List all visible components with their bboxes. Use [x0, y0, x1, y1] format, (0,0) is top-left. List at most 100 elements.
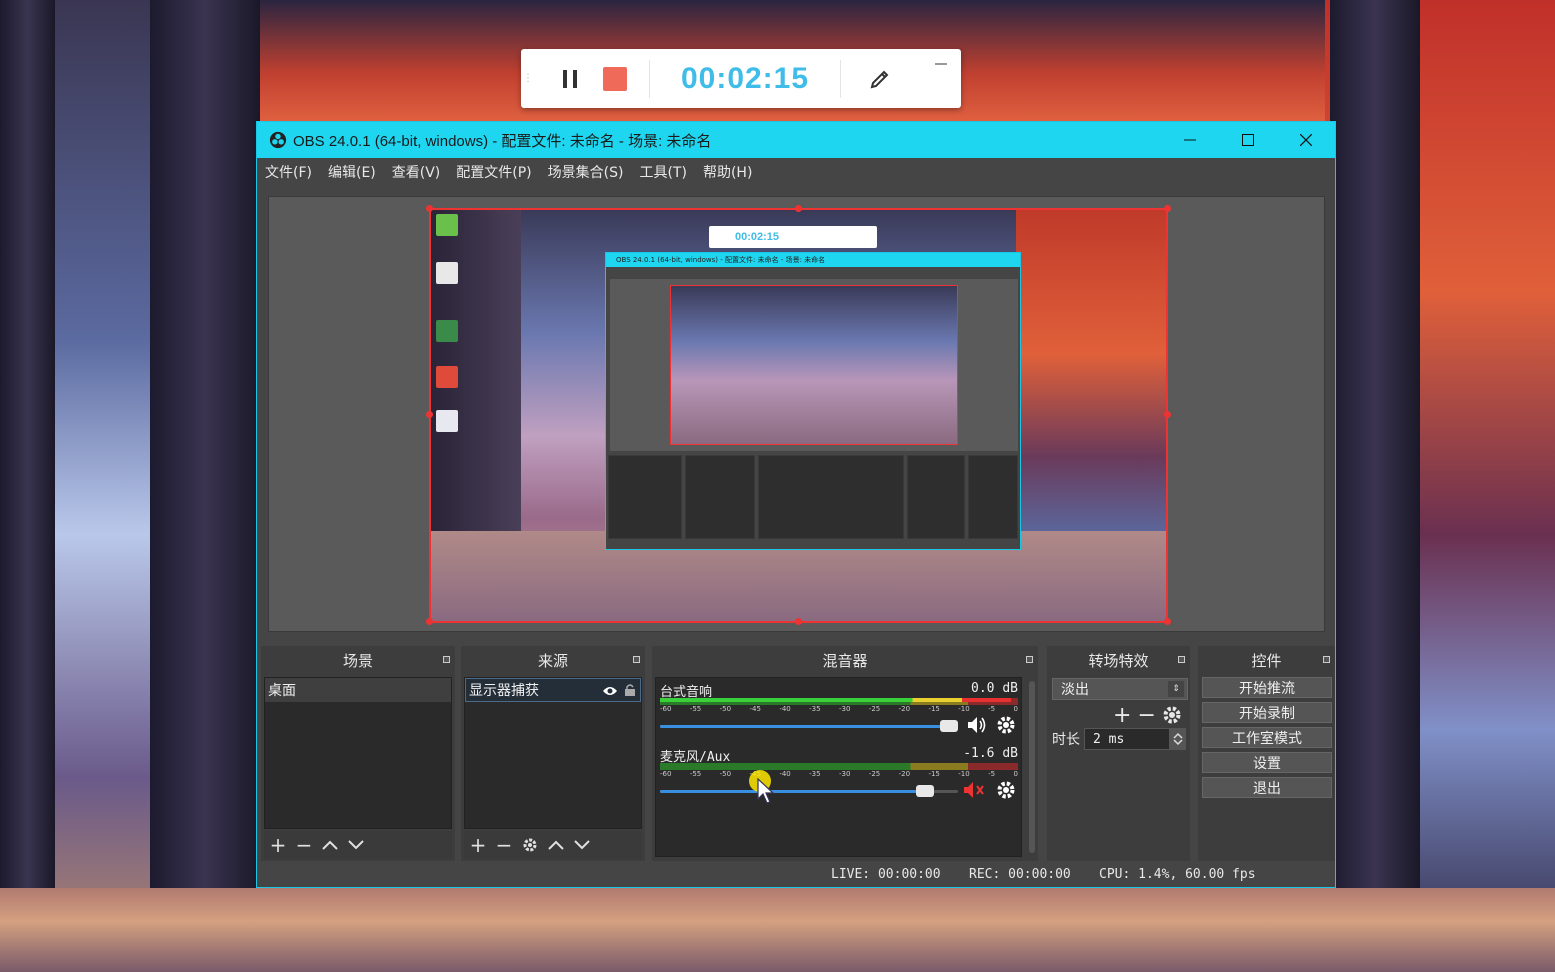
mixer-track-desktop-audio: 台式音响 0.0 dB -60 -55 -50 -45 -40 -35 -30 -25 -20-…: [660, 681, 1018, 741]
gear-icon: [523, 838, 537, 852]
pause-icon: [563, 69, 567, 88]
duration-input[interactable]: 2 ms: [1084, 728, 1170, 750]
settings-button[interactable]: 设置: [1202, 752, 1332, 773]
sources-toolbar: + −: [464, 831, 642, 859]
menu-help[interactable]: 帮助(H): [703, 162, 752, 182]
resize-handle[interactable]: [795, 618, 802, 625]
mixer-scrollbar[interactable]: [1029, 681, 1035, 853]
menu-profile[interactable]: 配置文件(P): [456, 162, 531, 182]
minimize-icon: [1184, 139, 1196, 141]
undock-icon[interactable]: [1323, 656, 1330, 663]
controls-dock-header[interactable]: 控件: [1198, 646, 1335, 674]
mouse-cursor-icon: [757, 778, 775, 804]
menu-tools[interactable]: 工具(T): [639, 162, 686, 182]
undock-icon[interactable]: [1178, 656, 1185, 663]
close-window-button[interactable]: [1277, 122, 1335, 158]
chevron-up-icon: [322, 840, 338, 850]
start-streaming-button[interactable]: 开始推流: [1202, 677, 1332, 698]
speaker-icon[interactable]: [966, 715, 988, 735]
nested-obs-window: OBS 24.0.1 (64-bit, windows) - 配置文件: 未命名…: [605, 252, 1021, 550]
lock-icon[interactable]: [624, 683, 636, 697]
controls-dock: 控件 开始推流 开始录制 工作室模式 设置 退出: [1198, 646, 1335, 861]
display-capture-preview[interactable]: 00:02:15 OBS 24.0.1 (64-bit, windows) - …: [429, 208, 1168, 623]
undock-icon[interactable]: [1026, 656, 1033, 663]
speaker-muted-icon[interactable]: [962, 780, 988, 800]
desktop-folder-icon: [436, 214, 458, 236]
nested-recording-toolbar: 00:02:15: [709, 226, 877, 248]
desktop-app-icon: [436, 320, 458, 342]
preview-canvas[interactable]: 00:02:15 OBS 24.0.1 (64-bit, windows) - …: [268, 196, 1325, 632]
resize-handle[interactable]: [1164, 618, 1171, 625]
remove-source-button[interactable]: −: [496, 833, 513, 857]
resize-handle[interactable]: [426, 205, 433, 212]
volume-slider-knob[interactable]: [916, 785, 934, 797]
add-scene-button[interactable]: +: [270, 833, 287, 857]
eye-icon[interactable]: [602, 685, 618, 697]
move-up-button[interactable]: [548, 840, 564, 850]
nested-window-title: OBS 24.0.1 (64-bit, windows) - 配置文件: 未命名…: [606, 253, 1020, 267]
desktop-file-icon: [436, 262, 458, 284]
resize-handle[interactable]: [426, 411, 433, 418]
chevron-down-icon: [574, 840, 590, 850]
remove-scene-button[interactable]: −: [296, 833, 313, 857]
chevron-down-icon: [1173, 739, 1183, 746]
resize-handle[interactable]: [426, 618, 433, 625]
move-up-button[interactable]: [322, 840, 338, 850]
scene-item-desktop[interactable]: 桌面: [265, 678, 451, 702]
gear-icon[interactable]: [996, 780, 1016, 800]
resize-handle[interactable]: [795, 205, 802, 212]
menu-file[interactable]: 文件(F): [265, 162, 312, 182]
scenes-dock: 场景 桌面 + −: [261, 646, 455, 861]
pen-button[interactable]: [841, 67, 919, 91]
menu-edit[interactable]: 编辑(E): [328, 162, 376, 182]
volume-slider[interactable]: [660, 720, 958, 732]
title-bar[interactable]: OBS 24.0.1 (64-bit, windows) - 配置文件: 未命名…: [257, 122, 1335, 158]
transitions-dock-header[interactable]: 转场特效: [1047, 646, 1190, 674]
scenes-list[interactable]: 桌面: [264, 677, 452, 829]
minimize-button[interactable]: [935, 63, 947, 65]
studio-mode-button[interactable]: 工作室模式: [1202, 727, 1332, 748]
maximize-icon: [1242, 134, 1254, 146]
status-live: LIVE: 00:00:00: [831, 867, 941, 882]
gear-icon[interactable]: [996, 715, 1016, 735]
track-db: 0.0 dB: [971, 681, 1018, 696]
remove-transition-button[interactable]: −: [1137, 703, 1155, 728]
exit-button[interactable]: 退出: [1202, 777, 1332, 798]
add-transition-button[interactable]: +: [1113, 703, 1131, 728]
sources-list[interactable]: 显示器捕获: [464, 677, 642, 829]
meter-ticks: -60-55-50-45-40-35-30-25-20-15-10-50: [660, 770, 1018, 778]
scenes-dock-header[interactable]: 场景: [261, 646, 455, 674]
move-down-button[interactable]: [574, 840, 590, 850]
pen-icon: [870, 70, 889, 88]
recording-timer: 00:02:15: [680, 61, 810, 95]
volume-slider-knob[interactable]: [940, 720, 958, 732]
source-properties-button[interactable]: [522, 837, 538, 853]
resize-handle[interactable]: [1164, 411, 1171, 418]
mixer-dock-header[interactable]: 混音器: [652, 646, 1038, 674]
sources-dock-header[interactable]: 来源: [461, 646, 645, 674]
maximize-window-button[interactable]: [1219, 122, 1277, 158]
gear-icon[interactable]: [1162, 705, 1182, 725]
transition-select[interactable]: 淡出 ⇕: [1052, 678, 1188, 700]
window-title: OBS 24.0.1 (64-bit, windows) - 配置文件: 未命名…: [293, 132, 712, 150]
meter-ticks: -60-55-50-45-40-35-30-25-20-15-10-50: [660, 705, 1018, 713]
menu-scene-collection[interactable]: 场景集合(S): [548, 162, 624, 182]
move-down-button[interactable]: [348, 840, 364, 850]
scenes-toolbar: + −: [264, 831, 452, 859]
transitions-dock: 转场特效 淡出 ⇕ + − 时长 2 ms: [1047, 646, 1190, 861]
wallpaper-floor: [0, 888, 1555, 972]
menu-view[interactable]: 查看(V): [392, 162, 441, 182]
undock-icon[interactable]: [443, 656, 450, 663]
desktop-pdf-icon: [436, 366, 458, 388]
start-recording-button[interactable]: 开始录制: [1202, 702, 1332, 723]
pause-button[interactable]: [549, 59, 591, 99]
minimize-window-button[interactable]: [1161, 122, 1219, 158]
stop-button[interactable]: [603, 66, 627, 91]
undock-icon[interactable]: [633, 656, 640, 663]
volume-slider[interactable]: [660, 785, 958, 797]
duration-spinner[interactable]: [1170, 728, 1186, 750]
add-source-button[interactable]: +: [470, 833, 487, 857]
resize-handle[interactable]: [1164, 205, 1171, 212]
source-item-display-capture[interactable]: 显示器捕获: [465, 678, 641, 702]
drag-handle[interactable]: ⋮: [521, 49, 535, 108]
